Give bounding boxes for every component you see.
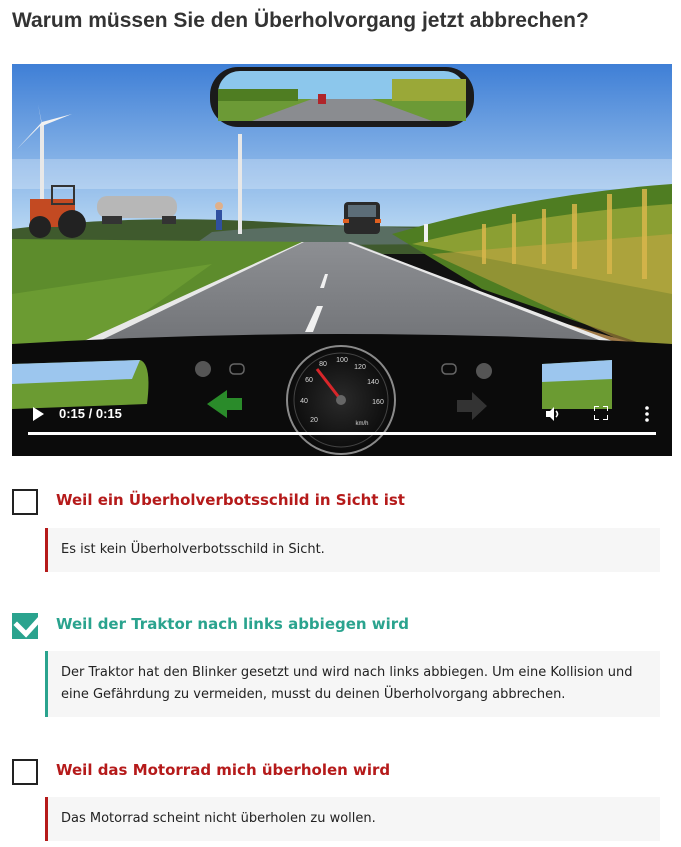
- progress-bar[interactable]: [28, 432, 656, 435]
- speed-label: 60: [305, 377, 313, 384]
- answer-checkbox[interactable]: [12, 759, 38, 785]
- checkmark-icon: [13, 609, 49, 638]
- answer-checkbox[interactable]: [12, 609, 49, 639]
- answer-feedback: Der Traktor hat den Blinker gesetzt und …: [45, 651, 660, 717]
- play-icon[interactable]: [30, 406, 46, 422]
- answer-feedback: Es ist kein Überholverbotsschild in Sich…: [45, 528, 660, 572]
- speed-label: 100: [336, 357, 348, 364]
- speed-label: 120: [354, 364, 366, 371]
- answer-label[interactable]: Weil ein Überholverbotsschild in Sicht i…: [56, 491, 405, 509]
- fullscreen-icon[interactable]: [594, 406, 608, 420]
- answer-feedback: Das Motorrad scheint nicht überholen zu …: [45, 797, 660, 841]
- volume-icon[interactable]: [544, 405, 562, 423]
- more-options-icon[interactable]: [642, 405, 652, 423]
- answer-checkbox[interactable]: [12, 489, 38, 515]
- speed-label: 140: [367, 379, 379, 386]
- question-title: Warum müssen Sie den Überholvorgang jetz…: [12, 9, 589, 32]
- answer-label[interactable]: Weil der Traktor nach links abbiegen wir…: [56, 615, 409, 633]
- video-player[interactable]: 20 40 60 80 100 120 140 160 km/h 0:15 / …: [12, 64, 672, 456]
- video-time: 0:15 / 0:15: [59, 406, 122, 421]
- answer-label[interactable]: Weil das Motorrad mich überholen wird: [56, 761, 390, 779]
- speed-label: 80: [319, 361, 327, 368]
- video-controls: 0:15 / 0:15: [12, 396, 672, 456]
